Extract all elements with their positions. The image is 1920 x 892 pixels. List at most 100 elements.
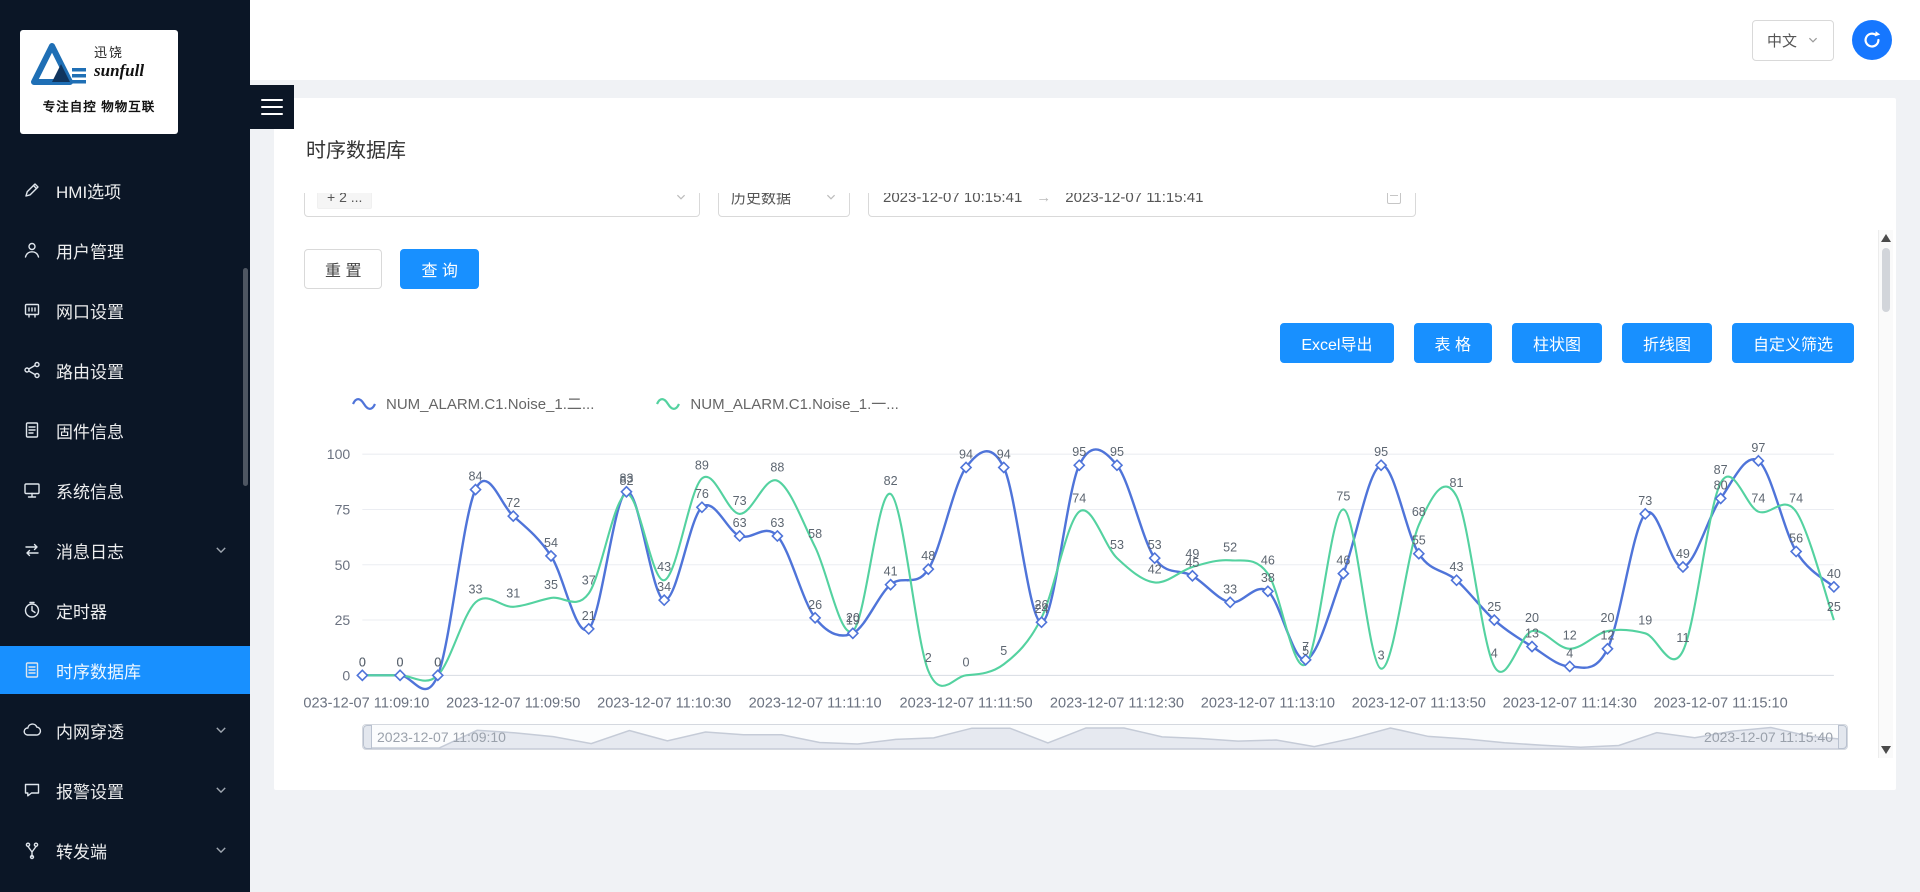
sidebar-item-port[interactable]: 网口设置 [0,286,250,334]
svg-text:41: 41 [884,565,898,579]
svg-text:87: 87 [1714,463,1728,477]
svg-text:35: 35 [544,578,558,592]
svg-text:76: 76 [695,487,709,501]
chevron-down-icon [1807,34,1819,46]
date-start-value: 2023-12-07 10:15:41 [883,193,1022,206]
sidebar-collapse-button[interactable] [250,85,294,129]
sidebar-item-label: 网口设置 [56,298,124,323]
timeseries-chart[interactable]: 02550751002023-12-07 11:09:102023-12-07 … [304,418,1852,720]
svg-text:84: 84 [469,470,483,484]
svg-text:3: 3 [1378,649,1385,663]
svg-text:38: 38 [1261,571,1275,585]
legend-label: NUM_ALARM.C1.Noise_1.一... [690,393,898,414]
sidebar-item-label: 用户管理 [56,238,124,263]
action-table-button[interactable]: 表 格 [1414,323,1492,363]
sidebar-item-route[interactable]: 路由设置 [0,346,250,394]
chevron-down-icon [825,193,837,203]
sidebar-item-timer[interactable]: 定时器 [0,586,250,634]
datazoom-handle-right[interactable] [1838,725,1847,749]
logo-mark-icon [30,38,88,90]
sidebar-menu: HMI选项用户管理网口设置路由设置固件信息系统信息消息日志定时器时序数据库内网穿… [0,166,250,886]
svg-text:82: 82 [884,474,898,488]
svg-text:81: 81 [1450,476,1464,490]
language-select[interactable]: 中文 [1752,20,1834,61]
svg-text:2023-12-07 11:14:30: 2023-12-07 11:14:30 [1503,695,1637,711]
svg-text:2023-12-07 11:12:30: 2023-12-07 11:12:30 [1050,695,1184,711]
sidebar-item-label: 报警设置 [56,778,124,803]
sidebar-item-label: 定时器 [56,598,107,623]
action-excel-export-button[interactable]: Excel导出 [1280,323,1393,363]
svg-text:5: 5 [1000,644,1007,658]
port-icon [22,300,42,320]
datazoom-slider[interactable]: 2023-12-07 11:09:10 2023-12-07 11:15:40 [362,724,1848,750]
sidebar-item-label: 消息日志 [56,538,124,563]
sidebar-item-label: 内网穿透 [56,718,124,743]
svg-text:20: 20 [1525,611,1539,625]
query-button-row: 重 置 查 询 [304,249,1866,289]
sidebar-item-label: 系统信息 [56,478,124,503]
date-range-picker[interactable]: 2023-12-07 10:15:41 → 2023-12-07 11:15:4… [868,193,1416,217]
svg-text:97: 97 [1751,441,1765,455]
svg-text:80: 80 [1714,478,1728,492]
svg-text:33: 33 [469,582,483,596]
svg-text:0: 0 [963,655,970,669]
svg-text:95: 95 [1374,445,1388,459]
sidebar-item-hmi[interactable]: HMI选项 [0,166,250,214]
svg-text:25: 25 [1827,600,1841,614]
scroll-down-arrow-icon[interactable] [1881,746,1891,754]
sidebar-item-user[interactable]: 用户管理 [0,226,250,274]
sidebar-item-firmware[interactable]: 固件信息 [0,406,250,454]
svg-text:21: 21 [582,609,596,623]
refresh-button[interactable] [1852,20,1892,60]
tunnel-icon [22,720,42,740]
page-title: 时序数据库 [306,134,1866,163]
sidebar-item-tunnel[interactable]: 内网穿透 [0,706,250,754]
svg-text:0: 0 [359,655,366,669]
svg-text:26: 26 [808,598,822,612]
sidebar-scrollbar-thumb[interactable] [243,268,248,486]
action-custom-filter-button[interactable]: 自定义筛选 [1732,323,1854,363]
svg-text:26: 26 [1035,598,1049,612]
sidebar-item-alarm[interactable]: 报警设置 [0,766,250,814]
series-line-icon [352,396,376,412]
svg-text:82: 82 [619,474,633,488]
svg-text:40: 40 [1827,567,1841,581]
datazoom-handle-left[interactable] [363,725,372,749]
sidebar-item-forward[interactable]: 转发端 [0,826,250,874]
sidebar-item-system[interactable]: 系统信息 [0,466,250,514]
sidebar-item-label: 固件信息 [56,418,124,443]
logo: 迅饶 sunfull 专注自控 物物互联 [20,30,178,134]
scrollbar-thumb[interactable] [1882,248,1890,312]
language-select-value: 中文 [1767,30,1797,51]
svg-text:2023-12-07 11:13:50: 2023-12-07 11:13:50 [1352,695,1486,711]
svg-text:42: 42 [1148,562,1162,576]
sidebar-item-message[interactable]: 消息日志 [0,526,250,574]
reset-button[interactable]: 重 置 [304,249,382,289]
svg-text:72: 72 [506,496,520,510]
svg-text:33: 33 [1223,582,1237,596]
svg-text:53: 53 [1110,538,1124,552]
svg-text:0: 0 [342,667,350,683]
tag-multiselect[interactable]: + 2 ... [304,193,700,217]
svg-text:63: 63 [770,516,784,530]
query-button[interactable]: 查 询 [400,249,478,289]
sidebar-item-label: 时序数据库 [56,658,141,683]
data-type-select[interactable]: 历史数据 [718,193,850,217]
svg-text:20: 20 [1601,611,1615,625]
content-scrollbar[interactable] [1878,230,1893,758]
svg-text:56: 56 [1789,531,1803,545]
legend-item-series-1[interactable]: NUM_ALARM.C1.Noise_1.一... [656,393,898,414]
datazoom-preview [363,725,1847,749]
scroll-up-arrow-icon[interactable] [1881,234,1891,242]
date-end-value: 2023-12-07 11:15:41 [1065,193,1203,206]
svg-text:4: 4 [1566,646,1573,660]
sidebar-item-tsdb[interactable]: 时序数据库 [0,646,250,694]
alarm-icon [22,780,42,800]
svg-text:100: 100 [327,446,351,462]
svg-text:4: 4 [1491,646,1498,660]
legend-item-series-0[interactable]: NUM_ALARM.C1.Noise_1.二... [352,393,594,414]
svg-text:94: 94 [959,447,973,461]
action-line-chart-button[interactable]: 折线图 [1622,323,1712,363]
datazoom-start-label: 2023-12-07 11:09:10 [377,729,506,745]
action-bar-chart-button[interactable]: 柱状图 [1512,323,1602,363]
